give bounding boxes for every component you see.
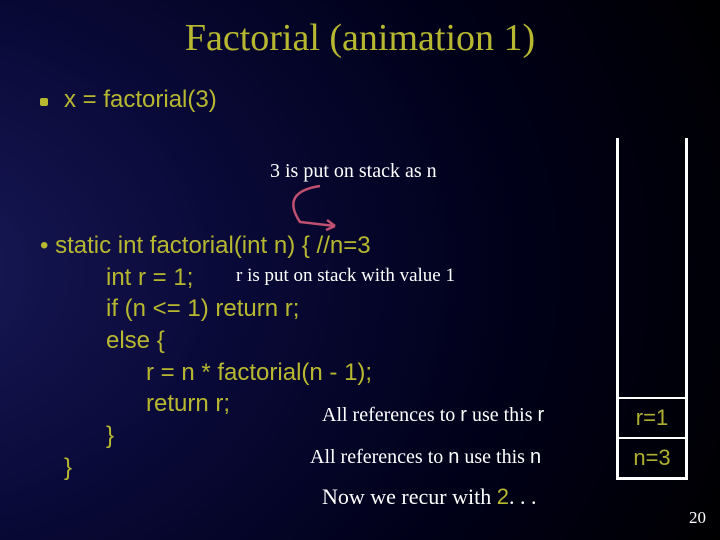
- code-line-3: else {: [40, 325, 680, 357]
- code-line-0: • static int factorial(int n) { //n=3: [40, 230, 680, 262]
- stack-cell-n: n=3: [619, 437, 685, 477]
- code-line-4: r = n * factorial(n - 1);: [40, 357, 680, 389]
- annotation-r-stack: r is put on stack with value 1: [236, 265, 455, 287]
- annotation-stack-n: 3 is put on stack as n: [270, 160, 437, 183]
- content-area: x = factorial(3): [0, 60, 720, 114]
- annotation-r-ref: All references to r use this r: [322, 404, 544, 427]
- bullet-1-text: x = factorial(3): [64, 86, 217, 114]
- annotation-recur: Now we recur with 2. . .: [322, 484, 536, 510]
- stack-cell-r: r=1: [619, 397, 685, 437]
- bullet-1: x = factorial(3): [40, 86, 680, 114]
- bullet-icon: [40, 98, 48, 106]
- slide-title: Factorial (animation 1): [0, 0, 720, 60]
- code-line-2: if (n <= 1) return r;: [40, 293, 680, 325]
- page-number: 20: [689, 508, 706, 528]
- annotation-n-ref: All references to n use this n: [310, 446, 541, 469]
- arrow-icon: [270, 182, 370, 232]
- call-stack: r=1 n=3: [616, 138, 688, 480]
